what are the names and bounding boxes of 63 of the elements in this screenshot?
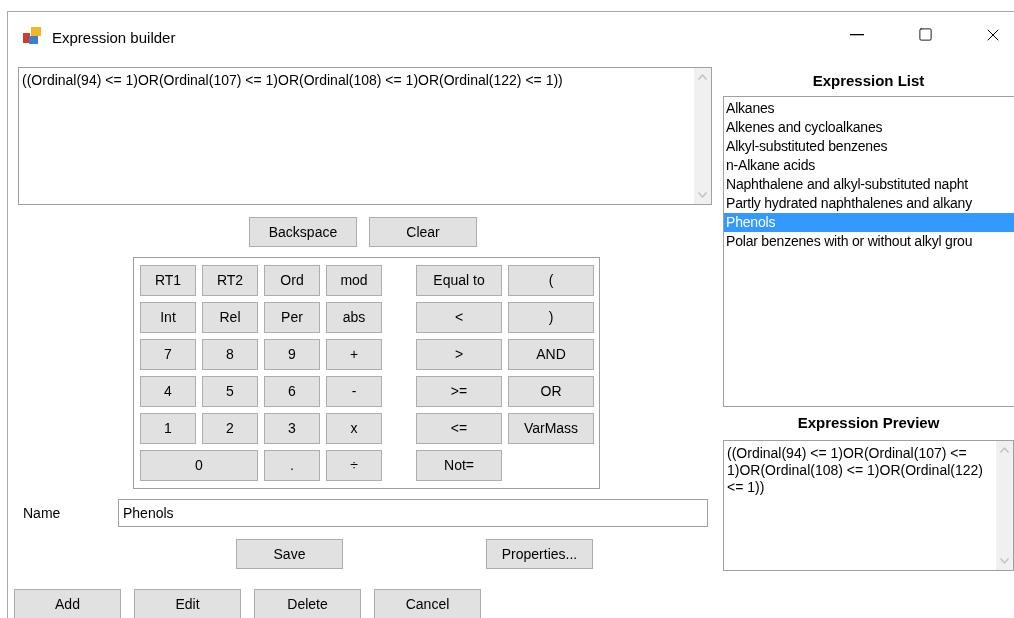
keypad-key[interactable]: AND [508, 339, 594, 370]
keypad-key[interactable]: RT1 [140, 265, 196, 296]
form-button[interactable]: Save [236, 539, 343, 569]
keypad-key[interactable]: 1 [140, 413, 196, 444]
keypad-key[interactable]: ) [508, 302, 594, 333]
action-button[interactable]: Edit [134, 589, 241, 618]
keypad-key[interactable]: Int [140, 302, 196, 333]
keypad-key[interactable]: >= [416, 376, 502, 407]
scroll-up-icon[interactable] [698, 74, 707, 80]
keypad-key[interactable]: 2 [202, 413, 258, 444]
keypad-key[interactable]: 6 [264, 376, 320, 407]
action-button[interactable]: Add [14, 589, 121, 618]
keypad-key[interactable]: ÷ [326, 450, 382, 481]
scroll-down-icon[interactable] [1000, 558, 1009, 564]
keypad-key[interactable]: 4 [140, 376, 196, 407]
expression-control-button[interactable]: Clear [369, 217, 477, 247]
keypad-key[interactable]: Not= [416, 450, 502, 481]
list-item[interactable]: Alkenes and cycloalkanes [724, 118, 1014, 137]
keypad-key[interactable]: > [416, 339, 502, 370]
keypad-key[interactable]: 5 [202, 376, 258, 407]
action-button[interactable]: Delete [254, 589, 361, 618]
keypad-key[interactable]: + [326, 339, 382, 370]
keypad-key[interactable]: . [264, 450, 320, 481]
keypad-key[interactable]: mod [326, 265, 382, 296]
scroll-down-icon[interactable] [698, 192, 707, 198]
expression-control-button[interactable]: Backspace [249, 217, 357, 247]
keypad-key[interactable]: RT2 [202, 265, 258, 296]
keypad-key[interactable]: Ord [264, 265, 320, 296]
keypad-key[interactable]: - [326, 376, 382, 407]
expression-field[interactable]: ((Ordinal(94) <= 1)OR(Ordinal(107) <= 1)OR(Ordinal(108) <= 1)OR(Ordinal(122) <= 1)) [18, 67, 712, 205]
list-item[interactable]: Alkyl-substituted benzenes [724, 137, 1014, 156]
app-icon [23, 27, 41, 45]
keypad-key[interactable]: 8 [202, 339, 258, 370]
keypad-key[interactable]: Equal to [416, 265, 502, 296]
minimize-icon [850, 33, 864, 36]
keypad-key[interactable]: < [416, 302, 502, 333]
maximize-icon [917, 27, 933, 42]
action-button[interactable]: Cancel [374, 589, 481, 618]
list-item[interactable]: Naphthalene and alkyl-substituted napht [724, 175, 1014, 194]
keypad-key[interactable]: ( [508, 265, 594, 296]
keypad-key[interactable]: Rel [202, 302, 258, 333]
keypad-key[interactable]: abs [326, 302, 382, 333]
keypad-key[interactable]: OR [508, 376, 594, 407]
keypad-key[interactable]: 7 [140, 339, 196, 370]
keypad-key[interactable]: Per [264, 302, 320, 333]
scroll-up-icon[interactable] [1000, 447, 1009, 453]
list-item[interactable]: Polar benzenes with or without alkyl grou [724, 232, 1014, 251]
keypad-key[interactable]: 9 [264, 339, 320, 370]
keypad-key[interactable]: 0 [140, 450, 258, 481]
keypad-key[interactable]: <= [416, 413, 502, 444]
keypad-key[interactable]: x [326, 413, 382, 444]
form-button[interactable]: Properties... [486, 539, 593, 569]
keypad-key[interactable]: VarMass [508, 413, 594, 444]
keypad-key[interactable]: 3 [264, 413, 320, 444]
list-item[interactable]: n-Alkane acids [724, 156, 1014, 175]
list-item[interactable]: Alkanes [724, 99, 1014, 118]
expression-preview-heading: Expression Preview [797, 413, 940, 434]
window-title: Expression builder [52, 28, 176, 48]
expression-preview: ((Ordinal(94) <= 1)OR(Ordinal(107) <= 1)OR(Ordinal(108) <= 1)OR(Ordinal(122) <= 1)) [723, 440, 1014, 571]
list-item[interactable]: Partly hydrated naphthalenes and alkany [724, 194, 1014, 213]
expression-list-heading: Expression List [812, 71, 925, 92]
name-field[interactable]: Phenols [118, 499, 708, 527]
name-label: Name [23, 503, 62, 523]
